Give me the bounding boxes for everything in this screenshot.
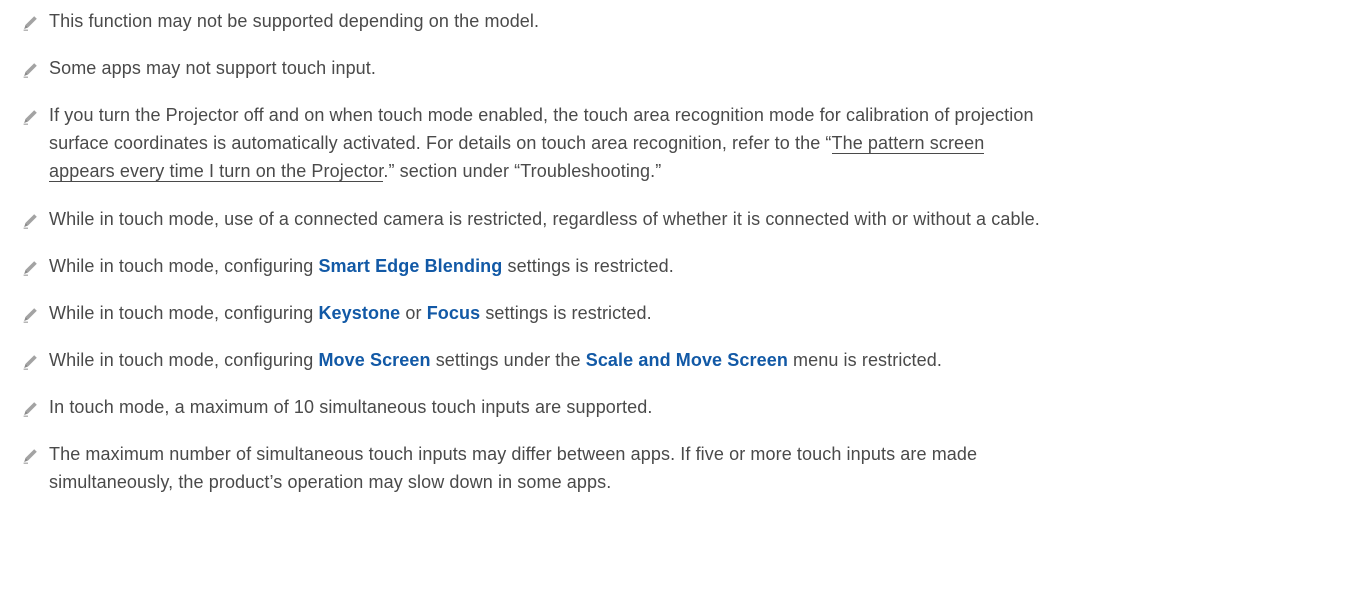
note-line: The maximum number of simultaneous touch… <box>49 444 978 464</box>
note-text-segment: settings under the <box>430 350 586 370</box>
troubleshooting-link-part2[interactable]: appears every time I turn on the Project… <box>49 161 384 182</box>
note-line: If you turn the Projector off and on whe… <box>49 105 1034 125</box>
keystone-keyword: Keystone <box>318 303 401 323</box>
note-text: In touch mode, a maximum of 10 simultane… <box>49 393 1359 421</box>
pencil-note-icon <box>22 213 38 229</box>
pencil-note-icon <box>22 62 38 78</box>
note-text-segment: or <box>400 303 427 323</box>
note-text-segment: settings is restricted. <box>480 303 652 323</box>
pencil-note-icon <box>22 401 38 417</box>
note-text-content: This function may not be supported depen… <box>49 11 540 31</box>
pencil-note-icon <box>22 448 38 464</box>
note-text-segment: .” section under “Troubleshooting.” <box>383 161 662 181</box>
note-text: The maximum number of simultaneous touch… <box>49 440 1359 496</box>
note-text-content: While in touch mode, use of a connected … <box>49 209 1040 229</box>
note-text: This function may not be supported depen… <box>49 7 1359 35</box>
note-text-segment: settings is restricted. <box>502 256 674 276</box>
pencil-note-icon <box>22 354 38 370</box>
pencil-note-icon <box>22 260 38 276</box>
note-line: simultaneously, the product’s operation … <box>49 472 612 492</box>
note-text: While in touch mode, configuring Keyston… <box>49 299 1359 327</box>
note-text-segment: While in touch mode, configuring <box>49 303 319 323</box>
note-text: While in touch mode, configuring Move Sc… <box>49 346 1359 374</box>
pencil-note-icon <box>22 15 38 31</box>
note-text-segment: While in touch mode, configuring <box>49 256 319 276</box>
focus-keyword: Focus <box>426 303 481 323</box>
troubleshooting-link-part1[interactable]: The pattern screen <box>831 133 985 154</box>
smart-edge-blending-keyword: Smart Edge Blending <box>318 256 503 276</box>
note-text-segment: surface coordinates is automatically act… <box>49 133 832 153</box>
note-line: appears every time I turn on the Project… <box>49 157 1359 185</box>
note-text-segment: While in touch mode, configuring <box>49 350 319 370</box>
note-text-content: In touch mode, a maximum of 10 simultane… <box>49 397 653 417</box>
pencil-note-icon <box>22 109 38 125</box>
scale-and-move-screen-keyword: Scale and Move Screen <box>585 350 788 370</box>
notes-list: This function may not be supported depen… <box>0 0 1366 614</box>
note-text: While in touch mode, configuring Smart E… <box>49 252 1359 280</box>
note-text: If you turn the Projector off and on whe… <box>49 101 1359 185</box>
move-screen-keyword: Move Screen <box>318 350 431 370</box>
note-text: While in touch mode, use of a connected … <box>49 205 1359 233</box>
note-text-content: Some apps may not support touch input. <box>49 58 376 78</box>
note-text: Some apps may not support touch input. <box>49 54 1359 82</box>
note-line: surface coordinates is automatically act… <box>49 129 1359 157</box>
note-text-segment: menu is restricted. <box>787 350 942 370</box>
pencil-note-icon <box>22 307 38 323</box>
